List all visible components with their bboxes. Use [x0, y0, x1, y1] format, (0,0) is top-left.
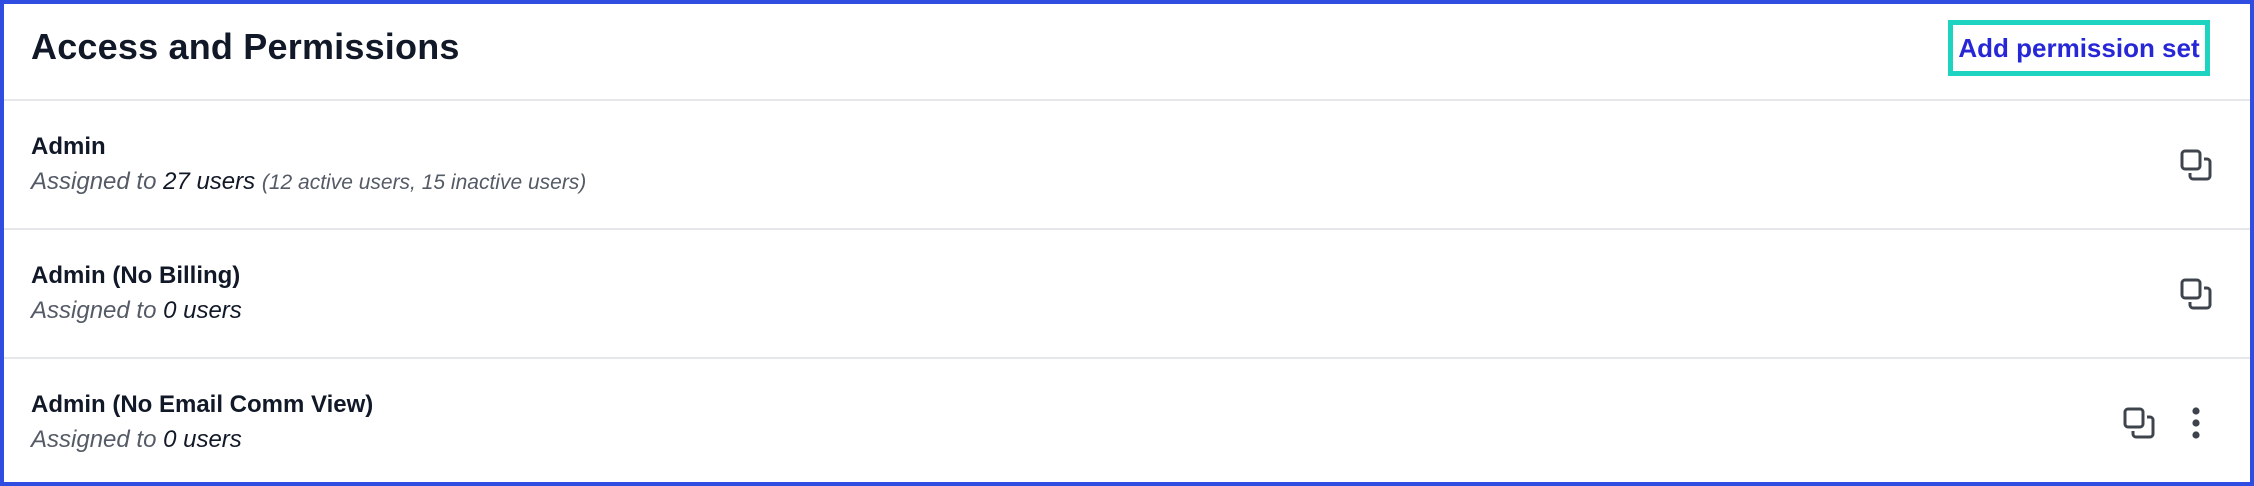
assigned-count: 0 users — [163, 426, 242, 453]
permissions-panel: Access and Permissions Add permission se… — [0, 0, 2254, 486]
copy-icon[interactable] — [2119, 403, 2159, 443]
permission-set-row-admin-no-email-comm-view[interactable]: Admin (No Email Comm View) Assigned to 0… — [4, 359, 2250, 486]
assigned-count: 27 users — [163, 168, 256, 195]
page-title: Access and Permissions — [31, 26, 460, 67]
more-vertical-icon[interactable] — [2176, 403, 2216, 443]
assigned-prefix: Assigned to — [31, 168, 157, 195]
permission-set-row-admin-no-billing[interactable]: Admin (No Billing) Assigned to 0 users — [4, 230, 2250, 359]
permission-set-name[interactable]: Admin — [31, 133, 106, 161]
panel-header: Access and Permissions Add permission se… — [4, 4, 2250, 101]
assigned-summary: Assigned to 0 users — [31, 297, 242, 325]
assigned-prefix: Assigned to — [31, 297, 157, 324]
assigned-summary: Assigned to 0 users — [31, 426, 242, 454]
copy-icon[interactable] — [2176, 145, 2216, 185]
assigned-detail: (12 active users, 15 inactive users) — [261, 171, 587, 194]
permission-set-row-admin[interactable]: Admin Assigned to 27 users (12 active us… — [4, 101, 2250, 230]
add-permission-set-button[interactable]: Add permission set — [1948, 20, 2210, 76]
assigned-count: 0 users — [163, 297, 242, 324]
copy-icon[interactable] — [2176, 274, 2216, 314]
permission-set-name[interactable]: Admin (No Email Comm View) — [31, 391, 373, 419]
assigned-summary: Assigned to 27 users (12 active users, 1… — [31, 168, 586, 196]
permission-set-name[interactable]: Admin (No Billing) — [31, 262, 240, 290]
assigned-prefix: Assigned to — [31, 426, 157, 453]
